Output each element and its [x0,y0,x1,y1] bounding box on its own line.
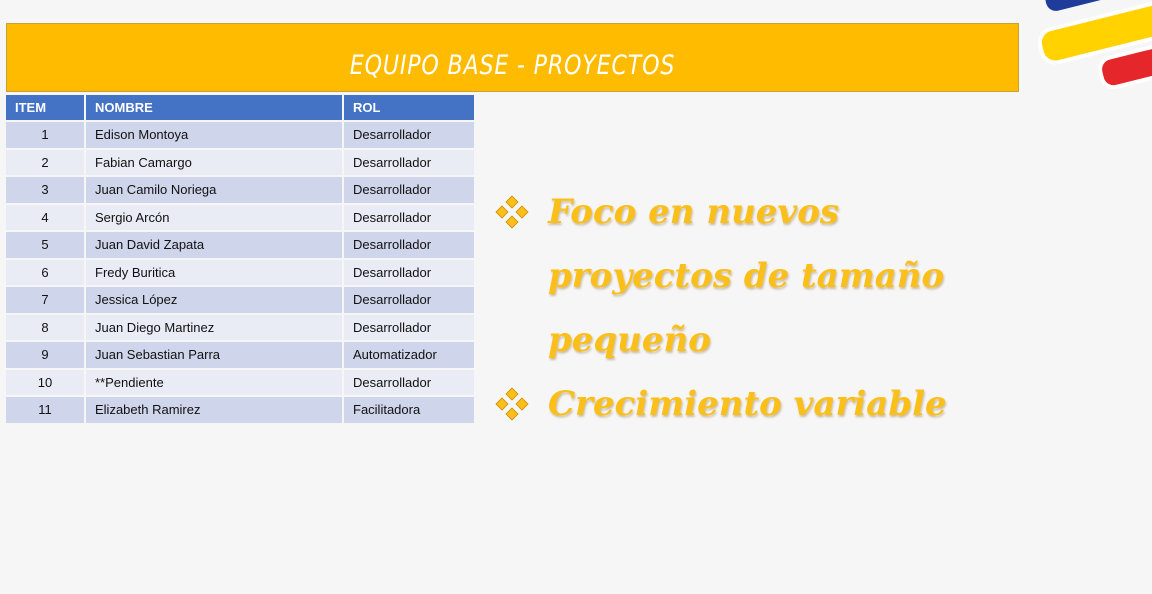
table-row: 9 Juan Sebastian Parra Automatizador [6,342,474,368]
bullet-item-focus: Foco en nuevos proyectos de tamaño peque… [492,180,1012,372]
colombia-flag-logo-icon [1037,0,1152,90]
cell-nombre: Elizabeth Ramirez [86,397,342,423]
bullet-text: Foco en nuevos proyectos de tamaño peque… [548,192,945,360]
cell-nombre: Jessica López [86,287,342,313]
column-header-item: ITEM [6,95,84,120]
table-row: 8 Juan Diego Martinez Desarrollador [6,314,474,340]
cell-rol: Desarrollador [344,177,474,203]
cell-nombre: Juan Camilo Noriega [86,177,342,203]
cell-item: 6 [6,259,84,285]
cell-rol: Desarrollador [344,259,474,285]
cell-item: 5 [6,232,84,258]
table-row: 11 Elizabeth Ramirez Facilitadora [6,397,474,423]
bullet-item-growth: Crecimiento variable [492,372,1012,436]
table-header-row: ITEM NOMBRE ROL [6,95,474,120]
cell-item: 7 [6,287,84,313]
cell-rol: Desarrollador [344,149,474,175]
cell-item: 2 [6,149,84,175]
page-title: EQUIPO BASE - PROYECTOS [349,50,676,81]
cell-rol: Desarrollador [344,122,474,148]
cell-nombre: Juan Diego Martinez [86,314,342,340]
cell-rol: Desarrollador [344,232,474,258]
cell-item: 1 [6,122,84,148]
column-header-rol: ROL [344,95,474,120]
cell-nombre: Fabian Camargo [86,149,342,175]
diamond-cluster-icon [495,195,529,229]
cell-item: 3 [6,177,84,203]
cell-nombre: Juan Sebastian Parra [86,342,342,368]
table-row: 5 Juan David Zapata Desarrollador [6,232,474,258]
title-banner: EQUIPO BASE - PROYECTOS [6,23,1019,92]
table-row: 3 Juan Camilo Noriega Desarrollador [6,177,474,203]
cell-item: 11 [6,397,84,423]
cell-nombre: Edison Montoya [86,122,342,148]
cell-nombre: **Pendiente [86,369,342,395]
table-row: 6 Fredy Buritica Desarrollador [6,259,474,285]
cell-nombre: Fredy Buritica [86,259,342,285]
cell-item: 10 [6,369,84,395]
cell-item: 4 [6,204,84,230]
column-header-nombre: NOMBRE [86,95,342,120]
team-table: ITEM NOMBRE ROL 1 Edison Montoya Desarroll… [4,93,476,425]
table-row: 10 **Pendiente Desarrollador [6,369,474,395]
cell-rol: Automatizador [344,342,474,368]
table-row: 7 Jessica López Desarrollador [6,287,474,313]
cell-rol: Desarrollador [344,314,474,340]
table-row: 4 Sergio Arcón Desarrollador [6,204,474,230]
cell-nombre: Sergio Arcón [86,204,342,230]
bullet-list: Foco en nuevos proyectos de tamaño peque… [492,180,1012,436]
table-row: 1 Edison Montoya Desarrollador [6,122,474,148]
cell-rol: Facilitadora [344,397,474,423]
diamond-cluster-icon [495,387,529,421]
cell-rol: Desarrollador [344,204,474,230]
table-row: 2 Fabian Camargo Desarrollador [6,149,474,175]
cell-nombre: Juan David Zapata [86,232,342,258]
bullet-text: Crecimiento variable [548,384,947,424]
cell-rol: Desarrollador [344,369,474,395]
cell-item: 8 [6,314,84,340]
cell-rol: Desarrollador [344,287,474,313]
cell-item: 9 [6,342,84,368]
